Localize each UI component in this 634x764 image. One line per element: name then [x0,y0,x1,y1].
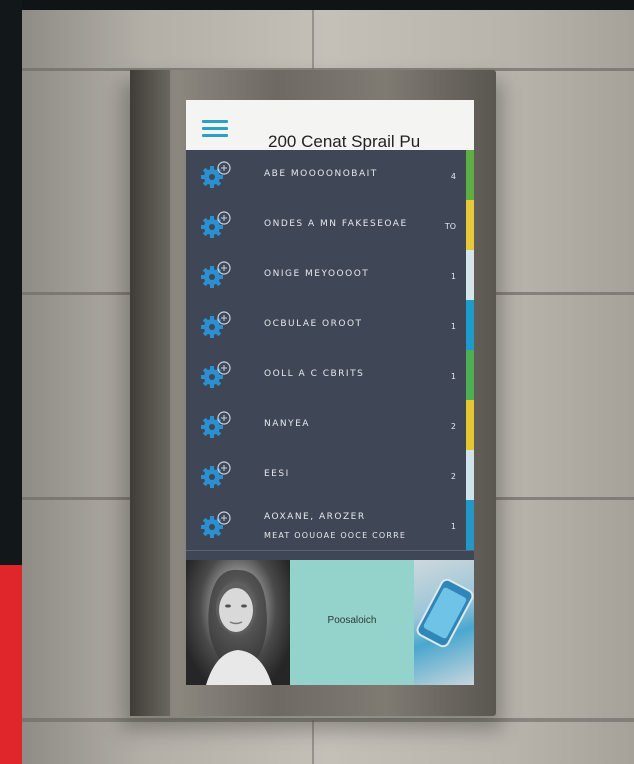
top-dark-strip [0,0,634,10]
category-color-stripe [466,300,474,350]
category-color-stripe [466,250,474,300]
blue-gear-icon [200,360,232,390]
category-color-stripe [466,150,474,200]
list-item-label: EESI [264,469,290,479]
portrait-photo [186,560,290,685]
category-color-stripe [466,400,474,450]
list-item[interactable]: ONIGE MEYOOOOT 1 [186,250,474,301]
hamburger-menu-icon[interactable] [202,120,228,138]
promo-banner[interactable]: Poosaloich [186,560,474,685]
promo-text: Poosaloich [327,615,377,626]
list-item-label: OOLL A C CBRITS [264,369,365,379]
list-item-label: AOXANE, AROZER [264,512,366,522]
blue-gear-icon [200,410,232,440]
screen-title: 200 Cenat Sprail Pu [268,132,421,151]
list-item-count: 2 [450,422,456,431]
category-color-stripe [466,500,474,550]
list-item-count: 4 [450,172,456,181]
wall-joint-vertical [312,10,314,70]
list-item-count: 1 [450,272,456,281]
list-item-count: 2 [450,472,456,481]
list-item-label: ABE MOOOONOBAIT [264,169,378,179]
list-item[interactable]: NANYEA 2 [186,400,474,451]
blue-gear-icon [200,160,232,190]
kiosk-side [130,70,170,716]
screen-header: 200 Cenat Sprail Pu [186,100,474,154]
list-item[interactable]: EESI 2 [186,450,474,501]
blue-gear-icon [200,260,232,290]
list-item-count: 1 [450,322,456,331]
list-item-count: TO [444,222,456,231]
blue-gear-icon [200,310,232,340]
list-item-label: ONDES A MN FAKESEOAE [264,219,408,229]
blue-gear-icon [200,210,232,240]
list-item-count: 1 [450,522,456,531]
promo-teal-panel: Poosaloich [290,560,414,685]
list-item[interactable]: OCBULAE OROOT 1 [186,300,474,351]
list-item[interactable]: ABE MOOOONOBAIT 4 [186,150,474,201]
kiosk-screen: 200 Cenat Sprail Pu ABE MOOOONOBAIT 4 ONDE… [186,100,474,685]
blue-gear-icon [200,460,232,490]
category-color-stripe [466,350,474,400]
list-item-sublabel: MEAT OOUOAE OOCE CORRE [264,531,407,540]
list-item[interactable]: AOXANE, AROZER MEAT OOUOAE OOCE CORRE 1 [186,500,474,551]
red-side-panel [0,565,22,764]
list-item-label: OCBULAE OROOT [264,319,363,329]
category-color-stripe [466,450,474,500]
phone-image [414,560,474,685]
blue-gear-icon [200,510,232,540]
list-item[interactable]: ONDES A MN FAKESEOAE TO [186,200,474,251]
list-item-label: NANYEA [264,419,310,429]
list-item[interactable]: OOLL A C CBRITS 1 [186,350,474,401]
list-item-count: 1 [450,372,456,381]
list-item-label: ONIGE MEYOOOOT [264,269,370,279]
category-color-stripe [466,200,474,250]
